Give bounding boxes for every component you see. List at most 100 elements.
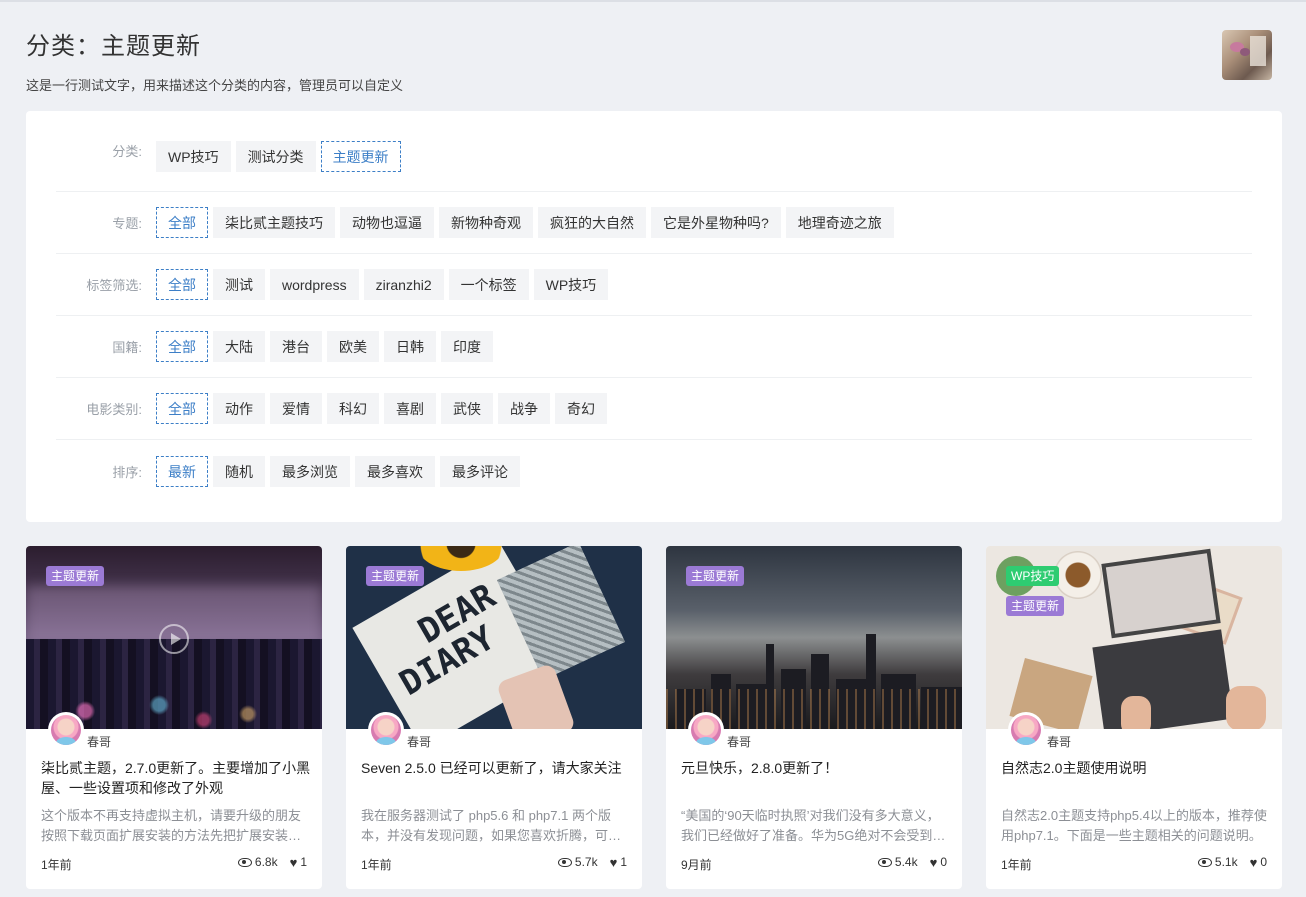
filter-option[interactable]: 动作 [213,393,265,424]
avatar[interactable] [48,712,84,748]
filter-option[interactable]: 印度 [441,331,493,362]
post-excerpt: 这个版本不再支持虚拟主机，请要升级的朋友按照下载页面扩展安装的方法先把扩展安装好… [41,808,302,843]
category-badge[interactable]: WP技巧 [1006,566,1060,586]
heart-icon[interactable]: ♥ [1250,856,1258,869]
filter-option[interactable]: 喜剧 [384,393,436,424]
filter-option[interactable]: 一个标签 [448,269,529,300]
like-count: 0 [1260,855,1267,869]
page-header: 分类：主题更新 这是一行测试文字，用来描述这个分类的内容，管理员可以自定义 [26,26,403,94]
post-time: 9月前 [681,858,712,872]
filter-option[interactable]: 战争 [498,393,550,424]
filter-option[interactable]: 最新 [156,455,208,487]
filter-row: 标签筛选: 全部 测试 wordpress ziranzhi2 一个标签 WP技巧 [56,254,1252,316]
post-list: 主题更新 春哥 柒比贰主题，2.7.0更新了。主要增加了小黑屋、一些设置项和修改… [26,546,1282,889]
filter-option[interactable]: WP技巧 [156,141,231,172]
filter-label: 电影类别: [86,402,142,417]
post-card[interactable]: 主题更新 春哥 元旦快乐，2.8.0更新了！ “美国的‘90天临时执照’对我们没… [666,546,962,889]
avatar[interactable] [688,712,724,748]
category-badge[interactable]: 主题更新 [686,566,745,586]
filter-option[interactable]: 大陆 [213,331,265,362]
post-card[interactable]: DEAR DIARY 主题更新 春哥 Seven 2.5.0 已经可以更新了，请… [346,546,642,889]
post-card[interactable]: WP技巧 主题更新 春哥 自然志2.0主题使用说明 自然志2.0主题支持php5… [986,546,1282,889]
author-name[interactable]: 春哥 [727,733,751,750]
post-card[interactable]: 主题更新 春哥 柒比贰主题，2.7.0更新了。主要增加了小黑屋、一些设置项和修改… [26,546,322,889]
filter-label: 标签筛选: [86,278,142,293]
post-title[interactable]: 元旦快乐，2.8.0更新了！ [681,758,951,778]
post-title[interactable]: 自然志2.0主题使用说明 [1001,758,1271,778]
page-description: 这是一行测试文字，用来描述这个分类的内容，管理员可以自定义 [26,78,404,93]
post-stats: 5.7k ♥ 1 [557,855,627,869]
post-time: 1年前 [41,858,72,872]
eye-icon [877,857,892,867]
heart-icon[interactable]: ♥ [610,856,618,869]
filter-row: 排序: 最新 随机 最多浏览 最多喜欢 最多评论 [56,440,1252,502]
filter-option[interactable]: 主题更新 [320,141,401,172]
play-icon[interactable] [159,624,189,654]
filter-option[interactable]: 科幻 [327,393,379,424]
filter-option[interactable]: 全部 [156,393,208,424]
filter-option[interactable]: 随机 [213,455,265,487]
filter-label: 排序: [112,464,142,480]
author-name[interactable]: 春哥 [407,733,431,750]
filter-option[interactable]: 武侠 [441,393,493,424]
filter-row: 电影类别: 全部 动作 爱情 科幻 喜剧 武侠 战争 奇幻 [56,378,1252,440]
category-badge[interactable]: 主题更新 [46,566,105,586]
filter-option[interactable]: 柒比贰主题技巧 [213,207,335,238]
view-count: 5.1k [1214,855,1238,869]
filter-label: 专题: [112,216,142,231]
post-time: 1年前 [1001,858,1032,872]
view-count: 5.7k [574,855,598,869]
filter-row: 国籍: 全部 大陆 港台 欧美 日韩 印度 [56,316,1252,378]
filter-option[interactable]: 测试 [213,269,265,300]
filter-option[interactable]: 动物也逗逼 [340,207,434,238]
filter-option[interactable]: 全部 [156,269,208,300]
avatar[interactable] [368,712,404,748]
filter-option[interactable]: 最多评论 [440,455,520,487]
page-title: 分类：主题更新 [26,33,201,60]
filter-option[interactable]: 全部 [156,207,208,238]
category-thumbnail [1222,30,1272,80]
like-count: 1 [620,855,627,869]
filter-option[interactable]: 港台 [270,331,322,362]
filter-option[interactable]: 疯狂的大自然 [538,207,646,238]
post-time: 1年前 [361,858,392,872]
filter-row: 分类: WP技巧 测试分类 主题更新 [56,111,1252,192]
eye-icon [1197,857,1212,867]
filter-option[interactable]: 奇幻 [555,393,607,424]
heart-icon[interactable]: ♥ [290,856,298,869]
filter-option[interactable]: WP技巧 [533,269,609,300]
like-count: 0 [940,855,947,869]
filter-option[interactable]: 全部 [156,331,208,362]
post-excerpt: “美国的‘90天临时执照’对我们没有多大意义，我们已经做好了准备。华为5G绝对不… [681,808,946,843]
filter-option[interactable]: 它是外星物种吗? [651,207,781,238]
filter-option[interactable]: wordpress [270,269,359,300]
author-name[interactable]: 春哥 [87,733,111,750]
view-count: 6.8k [254,855,278,869]
filter-option[interactable]: 测试分类 [235,141,316,172]
avatar[interactable] [1008,712,1044,748]
post-title[interactable]: 柒比贰主题，2.7.0更新了。主要增加了小黑屋、一些设置项和修改了外观 [41,758,311,798]
eye-icon [237,857,252,867]
category-badge[interactable]: 主题更新 [1006,596,1065,616]
category-badge[interactable]: 主题更新 [366,566,425,586]
post-stats: 5.1k ♥ 0 [1197,855,1267,869]
filter-label: 分类: [112,144,142,159]
filter-option[interactable]: 日韩 [384,331,436,362]
author-name[interactable]: 春哥 [1047,733,1071,750]
filter-option[interactable]: 新物种奇观 [439,207,533,238]
eye-icon [557,857,572,867]
post-stats: 6.8k ♥ 1 [237,855,307,869]
filter-option[interactable]: 地理奇迹之旅 [785,207,894,238]
filter-option[interactable]: 爱情 [270,393,322,424]
view-count: 5.4k [894,855,918,869]
post-title[interactable]: Seven 2.5.0 已经可以更新了，请大家关注 [361,758,631,778]
filter-option[interactable]: 最多喜欢 [355,455,435,487]
filter-option[interactable]: 欧美 [327,331,379,362]
like-count: 1 [300,855,307,869]
heart-icon[interactable]: ♥ [930,856,938,869]
filter-panel: 分类: WP技巧 测试分类 主题更新 专题: 全部 柒比贰主题技巧 动物也逗逼 新物种奇观 疯狂的… [26,111,1282,522]
post-excerpt: 自然志2.0主题支持php5.4以上的版本，推荐使用php7.1。下面是一些主题… [1001,808,1267,843]
filter-option[interactable]: ziranzhi2 [363,269,444,300]
filter-option[interactable]: 最多浏览 [270,455,350,487]
filter-row: 专题: 全部 柒比贰主题技巧 动物也逗逼 新物种奇观 疯狂的大自然 它是外星物种吗? 地理奇迹… [56,192,1252,254]
